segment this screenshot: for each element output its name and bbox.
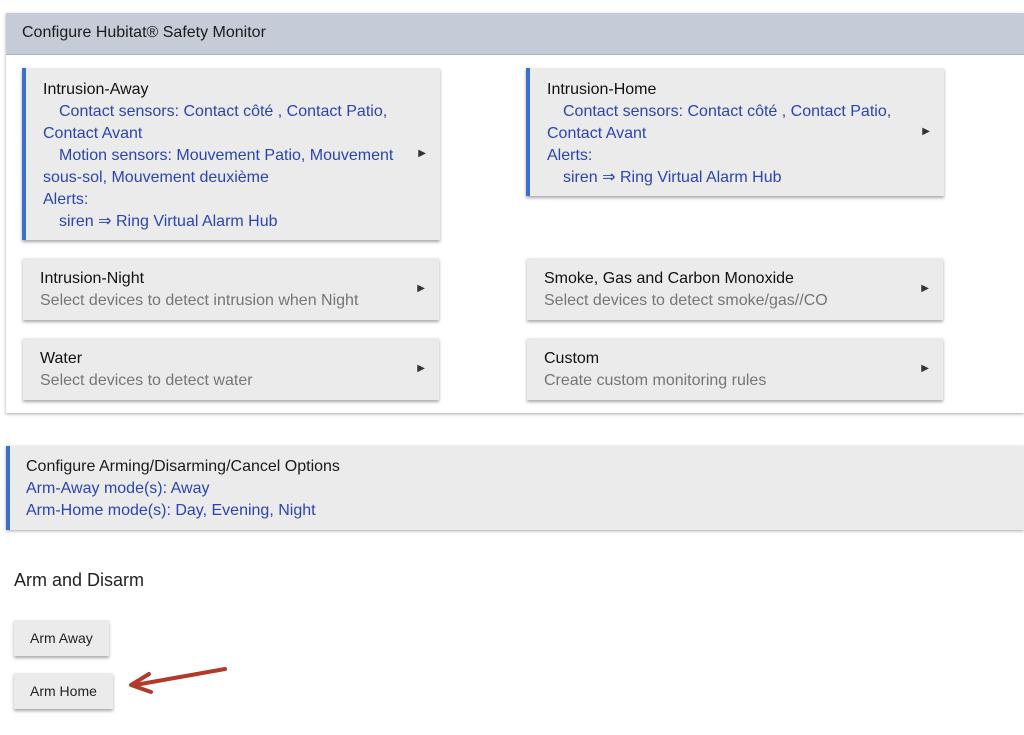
arm-away-modes-text: Arm-Away mode(s): Away	[26, 480, 210, 497]
custom-card[interactable]: Custom Create custom monitoring rules ▶	[527, 338, 943, 400]
card-title: Water	[40, 350, 83, 367]
chevron-right-icon: ▶	[417, 283, 425, 294]
intrusion-home-card[interactable]: Intrusion-Home Contact sensors: Contact …	[526, 68, 944, 196]
chevron-right-icon: ▶	[921, 363, 929, 374]
arm-away-button[interactable]: Arm Away	[14, 620, 109, 656]
section-title: Configure Hubitat® Safety Monitor	[22, 24, 266, 41]
card-title: Intrusion-Home	[547, 81, 657, 98]
smoke-gas-co-card[interactable]: Smoke, Gas and Carbon Monoxide Select de…	[527, 258, 943, 320]
card-title: Custom	[544, 350, 600, 367]
chevron-right-icon: ▶	[921, 283, 929, 294]
motion-sensors-text-cont: sous-sol, Mouvement deuxième	[43, 169, 269, 186]
motion-sensors-text: Motion sensors: Mouvement Patio, Mouveme…	[59, 147, 394, 164]
chevron-right-icon: ▶	[417, 363, 425, 374]
monitor-config-section: Configure Hubitat® Safety Monitor Intrus…	[6, 13, 1024, 413]
card-subtitle: Create custom monitoring rules	[544, 372, 767, 389]
card-title: Smoke, Gas and Carbon Monoxide	[544, 270, 794, 287]
arm-home-button[interactable]: Arm Home	[14, 673, 113, 709]
card-title: Intrusion-Away	[43, 81, 149, 98]
chevron-right-icon: ▶	[418, 148, 426, 159]
arm-disarm-title: Arm and Disarm	[14, 570, 145, 590]
card-subtitle: Select devices to detect smoke/gas//CO	[544, 292, 828, 309]
alert-item: siren ⇒ Ring Virtual Alarm Hub	[563, 169, 782, 186]
alerts-label: Alerts:	[547, 147, 593, 164]
contact-sensors-text-cont: Contact Avant	[547, 125, 647, 142]
arm-home-modes-text: Arm-Home mode(s): Day, Evening, Night	[26, 502, 316, 519]
card-subtitle: Select devices to detect water	[40, 372, 253, 389]
alerts-label: Alerts:	[43, 191, 89, 208]
water-card[interactable]: Water Select devices to detect water ▶	[23, 338, 439, 400]
chevron-right-icon: ▶	[922, 126, 930, 137]
intrusion-away-card[interactable]: Intrusion-Away Contact sensors: Contact …	[22, 68, 440, 240]
section-header: Configure Hubitat® Safety Monitor	[6, 13, 1024, 55]
card-subtitle: Select devices to detect intrusion when …	[40, 292, 359, 309]
arming-options-title: Configure Arming/Disarming/Cancel Option…	[26, 458, 340, 475]
card-title: Intrusion-Night	[40, 270, 145, 287]
contact-sensors-text: Contact sensors: Contact côté , Contact …	[563, 103, 892, 120]
contact-sensors-text-cont: Contact Avant	[43, 125, 143, 142]
contact-sensors-text: Contact sensors: Contact côté , Contact …	[59, 103, 388, 120]
arming-options-card[interactable]: Configure Arming/Disarming/Cancel Option…	[6, 446, 1024, 530]
alert-item: siren ⇒ Ring Virtual Alarm Hub	[59, 213, 278, 230]
annotation-arrow-icon	[129, 667, 227, 694]
intrusion-night-card[interactable]: Intrusion-Night Select devices to detect…	[23, 258, 439, 320]
